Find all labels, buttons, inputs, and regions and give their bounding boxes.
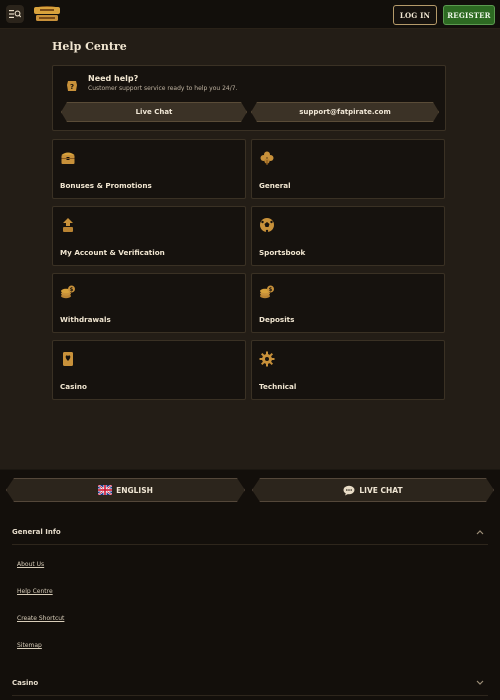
coins-icon: $ [60, 284, 76, 300]
general-info-toggle[interactable]: General Info [12, 528, 488, 544]
live-chat-button[interactable]: Live Chat [61, 102, 247, 122]
login-button[interactable]: LOG IN [393, 5, 437, 25]
language-label: ENGLISH [116, 485, 153, 495]
svg-text:$: $ [269, 287, 273, 293]
category-label: Casino [60, 382, 87, 391]
footer: ENGLISH LIVE CHAT General Info About Us … [0, 470, 500, 700]
playing-card-icon [60, 351, 76, 367]
category-deposits[interactable]: $ Deposits [251, 273, 445, 333]
chat-bubble-icon [343, 485, 355, 496]
help-centre-main: Help Centre ? Need help? Customer suppor… [0, 29, 500, 469]
question-icon: ? [65, 78, 79, 92]
svg-text:?: ? [70, 83, 74, 91]
footer-link-about-us[interactable]: About Us [17, 561, 44, 568]
soccer-ball-icon [259, 217, 275, 233]
casino-section-title: Casino [12, 679, 39, 687]
category-label: General [259, 181, 291, 190]
register-button[interactable]: REGISTER [443, 5, 495, 25]
footer-live-chat-button[interactable]: LIVE CHAT [252, 478, 494, 502]
category-label: Deposits [259, 315, 295, 324]
menu-search-button[interactable] [6, 5, 24, 23]
clover-icon [259, 150, 275, 166]
category-label: Withdrawals [60, 315, 111, 324]
category-withdrawals[interactable]: $ Withdrawals [52, 273, 246, 333]
category-casino[interactable]: Casino [52, 340, 246, 400]
footer-link-help-centre[interactable]: Help Centre [17, 588, 53, 595]
category-label: Technical [259, 382, 297, 391]
footer-link-create-shortcut[interactable]: Create Shortcut [17, 615, 64, 622]
category-bonuses-promotions[interactable]: Bonuses & Promotions [52, 139, 246, 199]
support-email-button[interactable]: support@fatpirate.com [251, 102, 439, 122]
chevron-up-icon [476, 529, 484, 537]
svg-text:$: $ [70, 287, 74, 293]
category-label: Sportsbook [259, 248, 306, 257]
category-general[interactable]: General [251, 139, 445, 199]
live-chat-label: LIVE CHAT [359, 485, 403, 495]
need-help-title: Need help? [88, 74, 139, 83]
category-my-account-verification[interactable]: My Account & Verification [52, 206, 246, 266]
coins-icon: $ [259, 284, 275, 300]
general-info-title: General Info [12, 528, 61, 536]
category-sportsbook[interactable]: Sportsbook [251, 206, 445, 266]
need-help-box: ? Need help? Customer support service re… [52, 65, 446, 131]
menu-search-icon [9, 10, 21, 18]
page-title: Help Centre [52, 40, 127, 53]
uk-flag-icon [98, 485, 112, 495]
user-upload-icon [60, 217, 76, 233]
category-label: Bonuses & Promotions [60, 181, 152, 190]
chevron-down-icon [476, 680, 484, 688]
gear-icon [259, 351, 275, 367]
language-selector[interactable]: ENGLISH [6, 478, 245, 502]
category-technical[interactable]: Technical [251, 340, 445, 400]
category-label: My Account & Verification [60, 248, 165, 257]
treasure-chest-icon [60, 150, 76, 166]
casino-toggle[interactable]: Casino [12, 679, 488, 695]
divider [12, 695, 488, 696]
need-help-subtitle: Customer support service ready to help y… [88, 85, 238, 92]
divider [12, 544, 488, 545]
footer-link-sitemap[interactable]: Sitemap [17, 642, 42, 649]
fat-pirate-logo[interactable] [30, 4, 64, 24]
top-bar: LOG IN REGISTER [0, 0, 500, 29]
